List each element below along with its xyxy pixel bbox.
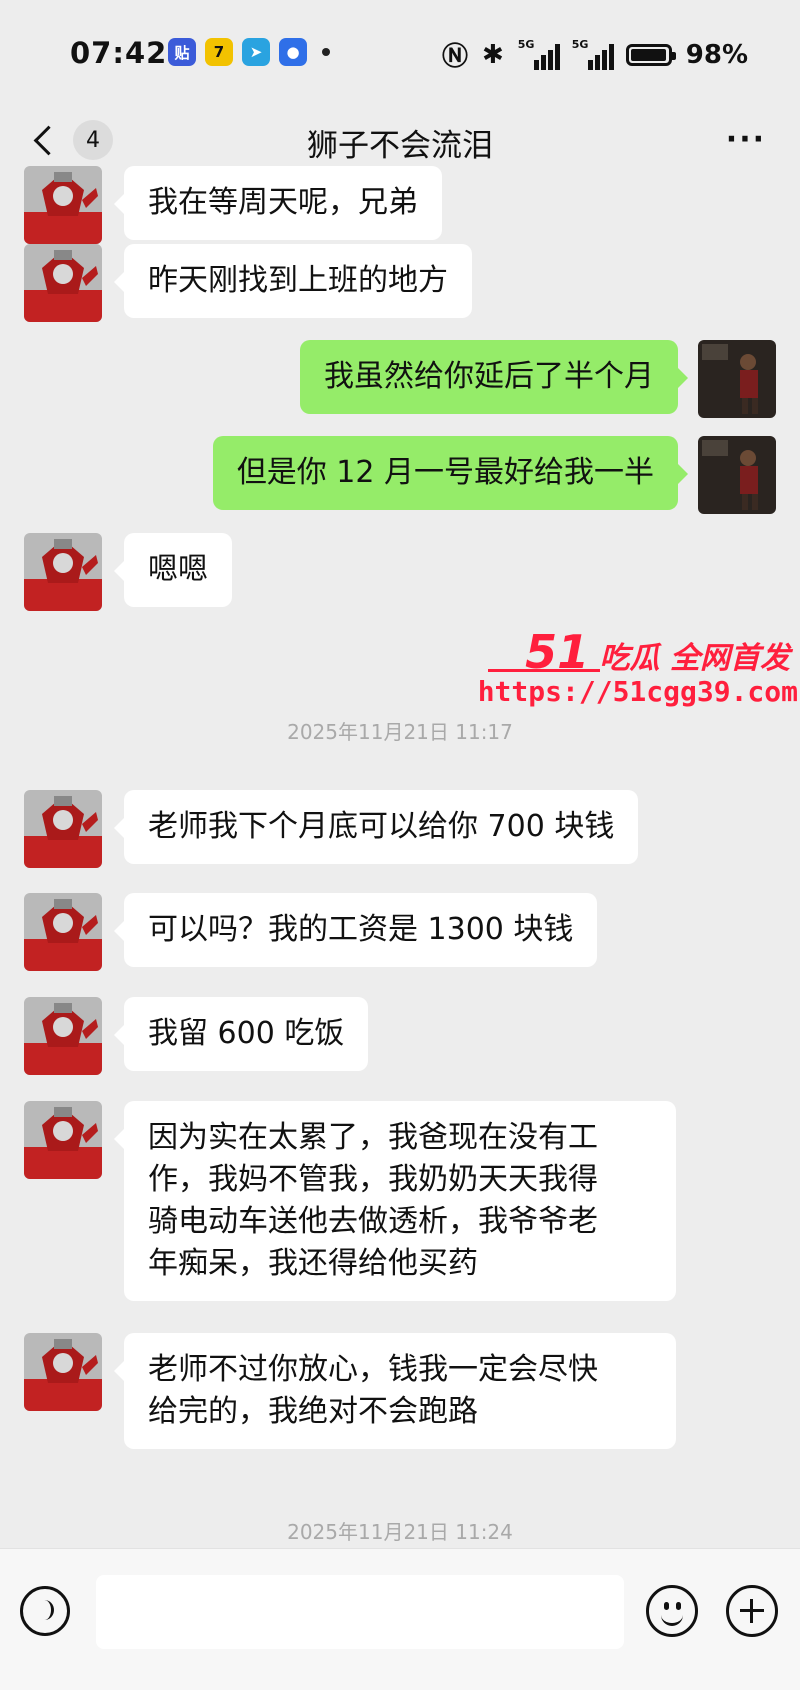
self-avatar[interactable] <box>698 436 776 514</box>
chat-input-bar <box>0 1548 800 1690</box>
contact-avatar[interactable] <box>24 166 102 244</box>
self-avatar[interactable] <box>698 340 776 418</box>
watermark: 51 吃瓜 全网首发 https://51cgg39.com <box>478 625 798 708</box>
tieba-icon: 贴 <box>168 38 196 66</box>
notification-icons: 贴 7 ➤ ● <box>168 38 330 66</box>
message-line: 作，我妈不管我，我奶奶天天我得 <box>148 1162 598 1197</box>
more-options-button[interactable]: ··· <box>726 122 766 157</box>
message-bubble-incoming[interactable]: 因为实在太累了，我爸现在没有工 作，我妈不管我，我奶奶天天我得 骑电动车送他去做… <box>114 1101 676 1301</box>
message-bubble-incoming[interactable]: 老师不过你放心，钱我一定会尽快 给完的，我绝对不会跑路 <box>114 1333 676 1449</box>
chat-title: 狮子不会流泪 <box>307 128 493 164</box>
message-bubble-incoming[interactable]: 昨天刚找到上班的地方 <box>114 244 472 318</box>
message-input[interactable] <box>96 1575 624 1649</box>
watermark-underline <box>488 669 600 672</box>
message-line: 老师不过你放心，钱我一定会尽快 <box>148 1352 598 1387</box>
message-line: 年痴呆，我还得给他买药 <box>148 1246 478 1281</box>
message-bubble-incoming[interactable]: 嗯嗯 <box>114 533 232 607</box>
message-line: 因为实在太累了，我爸现在没有工 <box>148 1120 598 1155</box>
watermark-url: https://51cgg39.com <box>477 675 798 708</box>
signal-icon: 5G <box>518 38 560 70</box>
timestamp: 2025年11月21日 11:17 <box>287 720 513 744</box>
contact-avatar[interactable] <box>24 533 102 611</box>
contact-avatar[interactable] <box>24 1101 102 1179</box>
contact-avatar[interactable] <box>24 244 102 322</box>
more-notifications-dot <box>322 48 330 56</box>
clock: 07:42 <box>70 36 168 70</box>
battery-percent: 98% <box>685 39 748 70</box>
contact-avatar[interactable] <box>24 997 102 1075</box>
timestamp: 2025年11月21日 11:24 <box>287 1520 513 1544</box>
contact-avatar[interactable] <box>24 893 102 971</box>
system-indicators: Ⓝ ✱ 5G 5G 98% <box>442 36 748 73</box>
message-bubble-incoming[interactable]: 可以吗？我的工资是 1300 块钱 <box>113 893 598 967</box>
emoji-button[interactable] <box>646 1585 698 1637</box>
message-line: 给完的，我绝对不会跑路 <box>148 1394 478 1429</box>
bluetooth-icon: ✱ <box>481 39 504 70</box>
telegram-icon: ➤ <box>242 38 270 66</box>
signal-icon-2: 5G <box>572 38 614 70</box>
baidu-icon: ● <box>279 38 307 66</box>
message-bubble-incoming[interactable]: 老师我下个月底可以给你 700 块钱 <box>113 790 639 864</box>
voice-input-button[interactable] <box>20 1586 70 1636</box>
message-bubble-outgoing[interactable]: 我虽然给你延后了半个月 <box>300 340 688 414</box>
seven-app-icon: 7 <box>205 38 233 66</box>
nfc-icon: Ⓝ <box>441 42 468 72</box>
contact-avatar[interactable] <box>24 790 102 868</box>
battery-icon <box>625 43 676 66</box>
message-line: 骑电动车送他去做透析，我爷爷老 <box>148 1204 598 1239</box>
status-bar: 07:42 贴 7 ➤ ● Ⓝ ✱ 5G 5G 98% <box>0 0 800 104</box>
contact-avatar[interactable] <box>24 1333 102 1411</box>
message-bubble-outgoing[interactable]: 但是你 12 月一号最好给我一半 <box>212 436 689 510</box>
more-actions-button[interactable] <box>726 1585 778 1637</box>
message-bubble-incoming[interactable]: 我在等周天呢，兄弟 <box>114 166 442 240</box>
message-bubble-incoming[interactable]: 我留 600 吃饭 <box>113 997 369 1071</box>
